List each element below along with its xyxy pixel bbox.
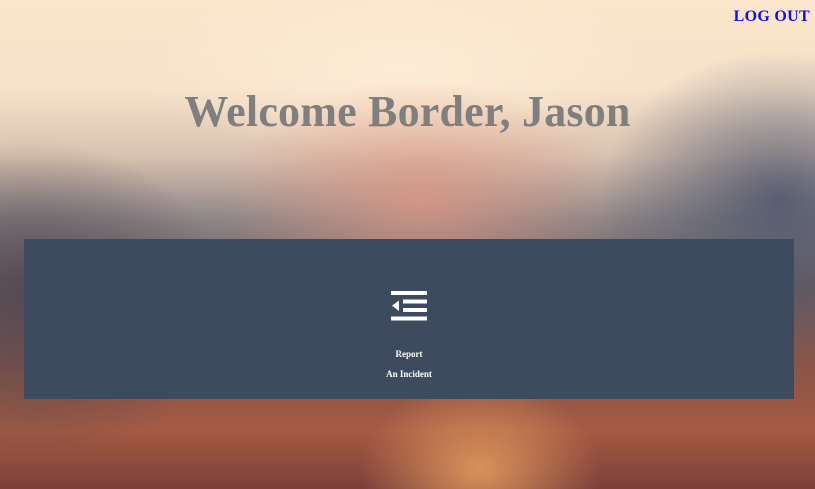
report-label-line2: An Incident <box>386 369 432 379</box>
report-list-icon <box>391 291 427 321</box>
welcome-heading: Welcome Border, Jason <box>184 87 631 136</box>
report-incident-button[interactable]: Report An Incident <box>374 287 444 387</box>
report-label-line1: Report <box>395 349 423 359</box>
logout-link[interactable]: LOG OUT <box>734 8 810 26</box>
actions-panel: Report An Incident <box>24 239 794 399</box>
